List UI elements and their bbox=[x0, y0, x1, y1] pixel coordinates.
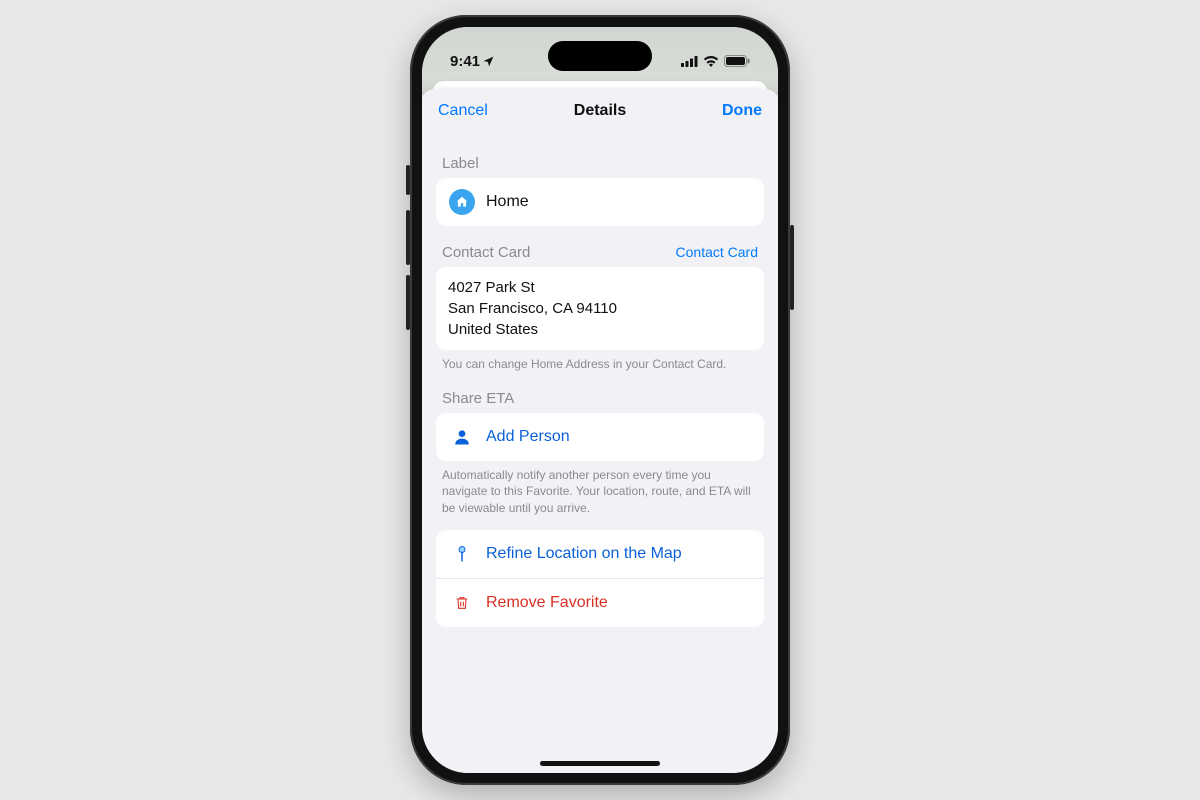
label-card: Home bbox=[436, 178, 764, 226]
contact-header-text: Contact Card bbox=[442, 244, 530, 261]
contact-footer: You can change Home Address in your Cont… bbox=[436, 350, 764, 372]
location-icon bbox=[482, 55, 495, 68]
share-footer: Automatically notify another person ever… bbox=[436, 461, 764, 516]
add-person-row[interactable]: Add Person bbox=[436, 413, 764, 461]
cancel-button[interactable]: Cancel bbox=[438, 102, 498, 120]
battery-icon bbox=[724, 55, 750, 67]
side-button-power bbox=[790, 225, 794, 310]
map-pin-icon bbox=[448, 540, 476, 568]
side-button-silent bbox=[406, 165, 410, 195]
sheet-title: Details bbox=[498, 102, 702, 120]
side-button-volume-down bbox=[406, 275, 410, 330]
sheet-content: Label Home Contact Card Contact Card bbox=[422, 133, 778, 773]
share-header: Share ETA bbox=[436, 372, 764, 413]
share-header-text: Share ETA bbox=[442, 390, 514, 407]
home-icon bbox=[449, 189, 475, 215]
status-time: 9:41 bbox=[450, 53, 480, 70]
add-person-label: Add Person bbox=[486, 428, 752, 446]
remove-favorite-row[interactable]: Remove Favorite bbox=[436, 578, 764, 627]
home-indicator[interactable] bbox=[540, 761, 660, 766]
nav-bar: Cancel Details Done bbox=[422, 89, 778, 133]
done-button[interactable]: Done bbox=[702, 102, 762, 120]
phone-screen: 9:41 Cancel Details Done Label bbox=[422, 27, 778, 773]
contact-card-link[interactable]: Contact Card bbox=[676, 244, 758, 260]
cellular-icon bbox=[681, 56, 698, 67]
details-sheet: Cancel Details Done Label Home bbox=[422, 89, 778, 773]
address-block[interactable]: 4027 Park St San Francisco, CA 94110 Uni… bbox=[436, 267, 764, 350]
contact-header: Contact Card Contact Card bbox=[436, 226, 764, 267]
refine-location-row[interactable]: Refine Location on the Map bbox=[436, 530, 764, 578]
share-card: Add Person bbox=[436, 413, 764, 461]
dynamic-island bbox=[548, 41, 652, 71]
contact-card: 4027 Park St San Francisco, CA 94110 Uni… bbox=[436, 267, 764, 350]
address-line3: United States bbox=[448, 319, 752, 340]
side-button-volume-up bbox=[406, 210, 410, 265]
phone-frame: 9:41 Cancel Details Done Label bbox=[410, 15, 790, 785]
remove-favorite-label: Remove Favorite bbox=[486, 594, 752, 612]
address-line1: 4027 Park St bbox=[448, 277, 752, 298]
refine-location-label: Refine Location on the Map bbox=[486, 545, 752, 563]
label-header-text: Label bbox=[442, 155, 479, 172]
actions-card: Refine Location on the Map Remove Favori… bbox=[436, 530, 764, 627]
label-value: Home bbox=[486, 193, 752, 211]
label-header: Label bbox=[436, 137, 764, 178]
wifi-icon bbox=[703, 55, 719, 67]
trash-icon bbox=[448, 589, 476, 617]
label-row[interactable]: Home bbox=[436, 178, 764, 226]
address-line2: San Francisco, CA 94110 bbox=[448, 298, 752, 319]
person-icon bbox=[448, 423, 476, 451]
